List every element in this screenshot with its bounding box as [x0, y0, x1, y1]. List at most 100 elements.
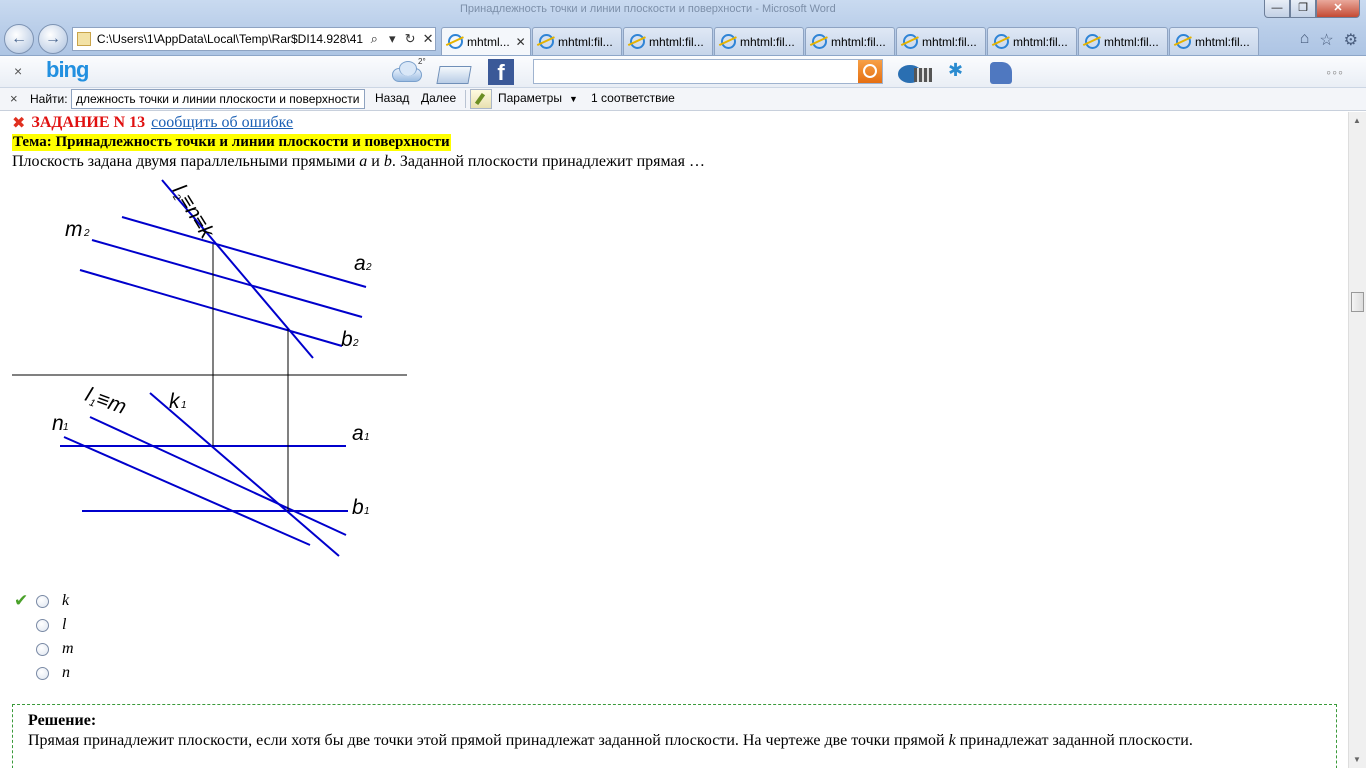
solution-text-k: k: [948, 732, 956, 749]
find-next-button[interactable]: Далее: [421, 91, 456, 105]
address-url[interactable]: C:\Users\1\AppData\Local\Temp\Rar$DI14.9…: [97, 32, 363, 46]
radio-button[interactable]: [36, 667, 49, 680]
line-m2: [91, 239, 363, 318]
tab[interactable]: mhtml:fil...: [896, 27, 986, 55]
search-icon[interactable]: ⌕: [367, 31, 381, 47]
tab-label: mhtml:fil...: [558, 34, 613, 49]
thumbs-up-icon[interactable]: [990, 60, 1020, 84]
error-icon: ✖: [12, 113, 26, 132]
address-bar[interactable]: C:\Users\1\AppData\Local\Temp\Rar$DI14.9…: [72, 27, 436, 51]
label-b2: b: [341, 328, 353, 351]
find-input[interactable]: длежность точки и линии плоскости и пове…: [71, 89, 365, 109]
find-prev-button[interactable]: Назад: [375, 91, 409, 105]
gear-icon[interactable]: ⚙: [1344, 30, 1358, 50]
checkmark-icon: ✔: [14, 591, 29, 611]
film-shape: [914, 68, 932, 82]
stop-icon[interactable]: ✕: [421, 31, 435, 47]
solution-text-pre: Прямая принадлежит плоскости, если хотя …: [28, 732, 949, 749]
find-options-button[interactable]: Параметры: [498, 91, 562, 105]
task-title: ЗАДАНИЕ N 13: [31, 114, 146, 131]
ie-icon: [994, 34, 1009, 49]
ie-icon: [903, 34, 918, 49]
label-n1: n: [52, 412, 64, 435]
find-label: Найти:: [30, 92, 68, 106]
line-l1-m1: [89, 416, 347, 536]
label-n1-sub: 1: [63, 422, 69, 433]
back-button[interactable]: ←: [4, 24, 34, 54]
mail-icon[interactable]: [436, 60, 472, 84]
label-a2: a: [354, 252, 366, 275]
label-k1-sub: 1: [181, 400, 187, 411]
chevron-down-icon[interactable]: ▼: [569, 94, 578, 104]
solution-heading: Решение:: [28, 712, 97, 729]
weather-icon[interactable]: 2°: [392, 57, 426, 84]
video-icon[interactable]: [898, 60, 932, 84]
question-post: . Заданной плоскости принадлежит прямая …: [391, 153, 705, 170]
bing-toolbar: × bing 2° f ✱ ◦◦◦: [0, 56, 1366, 88]
bing-logo[interactable]: bing: [46, 57, 89, 83]
minimize-button[interactable]: —: [1264, 0, 1290, 18]
more-icon[interactable]: ◦◦◦: [1326, 64, 1344, 80]
tab[interactable]: mhtml:fil...: [1169, 27, 1259, 55]
tab[interactable]: mhtml:fil...: [987, 27, 1077, 55]
scroll-up-icon[interactable]: ▲: [1353, 116, 1361, 125]
window-title: Принадлежность точки и линии плоскости и…: [460, 3, 836, 15]
scroll-thumb[interactable]: [1351, 292, 1364, 312]
find-bar: × Найти: длежность точки и линии плоскос…: [0, 88, 1366, 111]
label-a2-sub: 2: [365, 262, 372, 273]
label-a1: a: [352, 422, 364, 445]
radio-button[interactable]: [36, 643, 49, 656]
window-controls: — ❐ ✕: [1264, 0, 1360, 18]
line-b2: [79, 269, 343, 347]
scroll-down-icon[interactable]: ▼: [1353, 755, 1361, 764]
search-button-icon[interactable]: [858, 60, 882, 83]
question-pre: Плоскость задана двумя параллельными пря…: [12, 153, 360, 170]
maximize-button[interactable]: ❐: [1290, 0, 1316, 18]
tab-label: mhtml:fil...: [1104, 34, 1159, 49]
tab[interactable]: mhtml:fil...: [532, 27, 622, 55]
projection-drawing: m 2 a 2 b 2 l 2 ≡n≡k a 1 b 1 n 1 k 1 l 1…: [12, 179, 407, 557]
close-find-icon[interactable]: ×: [10, 91, 18, 106]
label-l1-rest: ≡m: [94, 387, 130, 419]
tab-label: mhtml:fil...: [922, 34, 977, 49]
label-m2-sub: 2: [83, 228, 90, 239]
refresh-icon[interactable]: ↻: [403, 31, 417, 47]
tab[interactable]: mhtml:fil...: [1078, 27, 1168, 55]
option-label: n: [62, 664, 70, 681]
tab-active[interactable]: mhtml... ✕: [441, 27, 531, 55]
home-icon[interactable]: ⌂: [1300, 30, 1310, 50]
close-tab-icon[interactable]: ✕: [516, 35, 526, 49]
ie-icon: [630, 34, 645, 49]
facebook-icon[interactable]: f: [488, 59, 514, 85]
cloud-shape: [392, 61, 422, 82]
favorites-icon[interactable]: ☆: [1319, 30, 1333, 50]
tab[interactable]: mhtml:fil...: [714, 27, 804, 55]
translate-icon[interactable]: ✱: [948, 60, 978, 84]
report-error-link[interactable]: сообщить об ошибке: [151, 114, 293, 132]
radio-button[interactable]: [36, 619, 49, 632]
ie-icon: [539, 34, 554, 49]
tab-label: mhtml...: [467, 34, 510, 49]
line-n1: [63, 436, 311, 546]
label-l1-m1: l 1 ≡m: [82, 383, 130, 419]
question-and: и: [367, 153, 384, 170]
vertical-scrollbar[interactable]: ▲ ▼: [1348, 112, 1366, 768]
tab[interactable]: mhtml:fil...: [805, 27, 895, 55]
divider: [465, 90, 466, 108]
highlight-icon[interactable]: [470, 89, 492, 109]
chevron-down-icon[interactable]: ▾: [385, 31, 399, 47]
label-a1-sub: 1: [364, 432, 370, 443]
close-toolbar-icon[interactable]: ×: [14, 63, 22, 79]
browser-titlebar: Принадлежность точки и линии плоскости и…: [0, 0, 1366, 56]
label-m2: m: [65, 218, 83, 241]
find-matches: 1 соответствие: [591, 91, 675, 105]
option-label: l: [62, 616, 67, 633]
forward-button[interactable]: →: [38, 24, 68, 54]
bing-search-field[interactable]: [533, 59, 883, 84]
right-toolbar: ⌂ ☆ ⚙: [1300, 30, 1358, 50]
option-label: k: [62, 592, 70, 609]
close-window-button[interactable]: ✕: [1316, 0, 1360, 18]
radio-button[interactable]: [36, 595, 49, 608]
tab-label: mhtml:fil...: [1195, 34, 1250, 49]
tab[interactable]: mhtml:fil...: [623, 27, 713, 55]
